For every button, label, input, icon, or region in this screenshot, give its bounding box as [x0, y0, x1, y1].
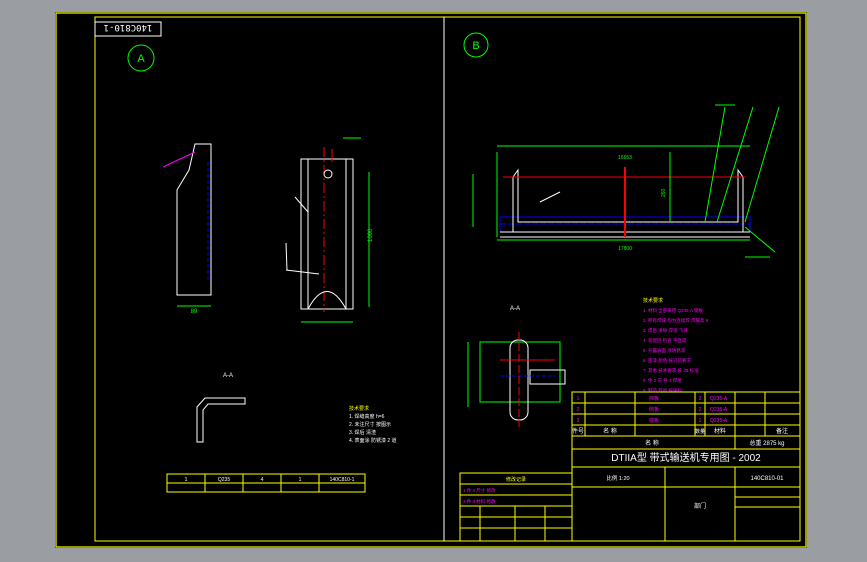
notes-b-line-5: 5. 外露表面 涂防锈漆 — [643, 347, 686, 354]
title-block — [571, 435, 801, 542]
parts-b-row-1-no: 1 — [577, 396, 580, 402]
view-b-inner-length: 16653 — [618, 155, 632, 161]
parts-b-row-1-name: 挡板 — [649, 395, 659, 402]
notes-b-line-7: 7. 其余 技术要求 按 JB 标准 — [643, 367, 699, 374]
parts-a-cell-2: Q235 — [218, 477, 230, 483]
view-b-trough-assembly — [472, 104, 780, 258]
header-material: 材料 — [714, 427, 726, 435]
drawing-code: 140C810-01 — [750, 476, 784, 482]
parts-b-row-2-mat: Q235-A — [710, 407, 728, 413]
view-a-label: A — [137, 53, 145, 65]
notes-a-line-4: 4. 表面涂 防锈漆 2 道 — [349, 437, 397, 444]
notes-a-heading: 技术要求 — [349, 405, 369, 412]
org-name: 部门 — [694, 502, 706, 510]
view-a-width-dimension: 89 — [191, 309, 198, 315]
drawing-sheet: 140C810-1 A B 89 1000 A-A 技术要求 1. 焊缝高度 h… — [55, 12, 807, 548]
notes-b-line-2: 2. 所有焊缝 均为连续焊 焊脚高 6 — [643, 317, 709, 324]
cad-drawing-canvas: 140C810-1 A B 89 1000 A-A 技术要求 1. 焊缝高度 h… — [55, 12, 807, 548]
notes-b-line-4: 4. 装配后 检查 平直度 — [643, 337, 687, 344]
notes-b-line-6: 6. 面漆 颜色 按订货要求 — [643, 357, 692, 364]
parts-b-row-2-qty: 2 — [699, 407, 702, 413]
parts-b-row-3-no: 3 — [577, 418, 580, 424]
revision-block — [459, 472, 573, 542]
parts-b-row-3-name: 底板 — [649, 417, 659, 424]
revision-heading: 修改记录 — [506, 476, 526, 483]
view-b-detail-label: A-A — [510, 306, 520, 312]
scale-label: 比例 1:20 — [606, 474, 629, 482]
notes-a-line-3: 3. 焊后 清渣 — [349, 429, 376, 436]
drawing-title: DTIIA型 带式输送机专用图 - 2002 — [611, 451, 761, 464]
view-b-height: 260 — [661, 188, 667, 197]
header-item-no: 件号 — [572, 427, 584, 435]
header-name: 名 称 — [603, 427, 617, 435]
notes-b-line-1: 1. 材料 全部采用 Q235-A 钢板 — [643, 307, 704, 314]
parts-b-row-3-mat: Q235-A — [710, 418, 728, 424]
view-a-side-plate — [162, 143, 212, 307]
view-b-label: B — [472, 40, 479, 52]
revision-line-2: 2 件 3 材料 修改 — [463, 498, 496, 505]
parts-a-cell-5: 140C810-1 — [330, 477, 355, 483]
parts-a-cell-3: 4 — [261, 477, 264, 483]
view-b-detail-drawing — [467, 332, 566, 427]
parts-b-row-2-no: 2 — [577, 407, 580, 413]
parts-b-row-1-mat: Q235-A — [710, 396, 728, 402]
header-remarks: 备注 — [776, 427, 788, 435]
notes-b-line-3: 3. 焊后 清除 焊渣 飞溅 — [643, 327, 688, 334]
view-a-angle-profile — [196, 397, 246, 443]
notes-a-line-1: 1. 焊缝高度 h=6 — [349, 413, 385, 420]
total-weight: 总重 2875 kg — [749, 439, 784, 447]
notes-b-line-9: 9. 制造 检验 按国标 — [643, 387, 683, 394]
view-b-overall-length: 17800 — [618, 246, 632, 252]
revision-line-1: 1 件 2 尺寸 修改 — [463, 487, 496, 494]
header-qty: 数量 — [695, 428, 705, 435]
parts-a-cell-4: 1 — [299, 477, 302, 483]
weight-row-label: 名 称 — [645, 439, 659, 447]
notes-b-heading: 技术要求 — [643, 297, 663, 304]
parts-b-row-2-name: 侧板 — [649, 406, 659, 413]
view-a-front-channel — [285, 137, 370, 323]
view-a-detail-label: A-A — [223, 373, 233, 379]
parts-b-row-3-qty: 1 — [699, 418, 702, 424]
notes-b-line-8: 8. 件 2 与 件 3 焊接 — [643, 377, 682, 384]
parts-a-cell-1: 1 — [185, 477, 188, 483]
parts-b-row-1-qty: 2 — [699, 396, 702, 402]
notes-a-line-2: 2. 未注尺寸 按图示 — [349, 421, 391, 428]
view-a-height-dimension: 1000 — [368, 228, 374, 242]
drawing-number-stamp: 140C810-1 — [104, 22, 153, 32]
